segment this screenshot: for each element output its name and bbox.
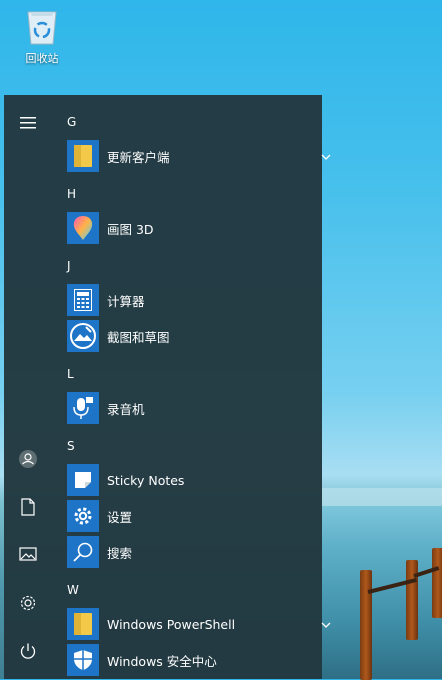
shield-icon bbox=[67, 644, 99, 676]
section-header-w[interactable]: W bbox=[67, 583, 79, 597]
folder-icon bbox=[67, 140, 99, 172]
app-name: 计算器 bbox=[107, 293, 145, 309]
start-menu: G 更新客户端 H 画图 3D J 计算器 截图和草图 L 录音机 S Stic… bbox=[4, 95, 331, 679]
section-header-l[interactable]: L bbox=[67, 367, 74, 381]
settings-gear-icon bbox=[67, 500, 99, 532]
section-header-j[interactable]: J bbox=[67, 259, 71, 273]
app-item-settings[interactable]: 设置 bbox=[67, 500, 317, 532]
pictures-icon[interactable] bbox=[16, 542, 40, 566]
app-list: G 更新客户端 H 画图 3D J 计算器 截图和草图 L 录音机 S Stic… bbox=[62, 95, 331, 679]
sticky-notes-icon bbox=[67, 464, 99, 496]
snip-sketch-icon bbox=[67, 320, 99, 352]
app-name: 设置 bbox=[107, 509, 133, 525]
app-name: Windows 安全中心 bbox=[107, 653, 217, 669]
documents-icon[interactable] bbox=[16, 495, 40, 519]
section-header-h[interactable]: H bbox=[67, 187, 76, 201]
app-name: Windows PowerShell bbox=[107, 616, 236, 632]
paint3d-icon bbox=[67, 212, 99, 244]
calculator-icon bbox=[67, 284, 99, 316]
hamburger-menu-icon[interactable] bbox=[16, 111, 40, 135]
voice-recorder-icon bbox=[67, 392, 99, 424]
app-item-snip-sketch[interactable]: 截图和草图 bbox=[67, 320, 317, 352]
app-item-windows-security[interactable]: Windows 安全中心 bbox=[67, 644, 317, 676]
desktop-wallpaper-sea bbox=[320, 488, 442, 680]
app-name: 搜索 bbox=[107, 545, 133, 561]
recycle-bin-shortcut[interactable]: 回收站 bbox=[14, 6, 70, 66]
app-name: Sticky Notes bbox=[107, 472, 185, 488]
chevron-down-icon[interactable] bbox=[319, 617, 333, 631]
app-item-paint3d[interactable]: 画图 3D bbox=[67, 212, 317, 244]
section-header-s[interactable]: S bbox=[67, 439, 75, 453]
power-icon[interactable] bbox=[16, 639, 40, 663]
recycle-bin-label: 回收站 bbox=[25, 52, 59, 65]
app-item-windows-powershell[interactable]: Windows PowerShell bbox=[67, 608, 331, 640]
app-name: 更新客户端 bbox=[107, 149, 170, 165]
chevron-down-icon[interactable] bbox=[319, 149, 333, 163]
user-account-icon[interactable] bbox=[16, 447, 40, 471]
app-item-voice-recorder[interactable]: 录音机 bbox=[67, 392, 317, 424]
app-item-update-client[interactable]: 更新客户端 bbox=[67, 140, 331, 172]
app-item-search[interactable]: 搜索 bbox=[67, 536, 317, 568]
settings-icon[interactable] bbox=[16, 591, 40, 615]
app-name: 画图 3D bbox=[107, 221, 154, 237]
start-menu-left-rail bbox=[4, 95, 52, 679]
folder-icon bbox=[67, 608, 99, 640]
app-item-sticky-notes[interactable]: Sticky Notes bbox=[67, 464, 317, 496]
section-header-g[interactable]: G bbox=[67, 115, 76, 129]
app-item-calculator[interactable]: 计算器 bbox=[67, 284, 317, 316]
search-icon bbox=[67, 536, 99, 568]
app-name: 截图和草图 bbox=[107, 329, 170, 345]
app-name: 录音机 bbox=[107, 401, 145, 417]
recycle-bin-icon bbox=[24, 6, 60, 46]
